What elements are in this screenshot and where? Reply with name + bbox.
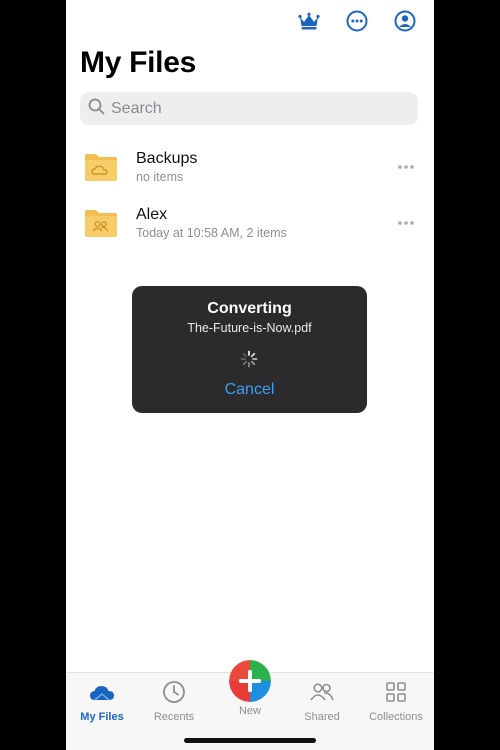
new-button[interactable]: [229, 660, 271, 702]
file-text: Backups no items: [136, 149, 396, 186]
file-text: Alex Today at 10:58 AM, 2 items: [136, 205, 396, 242]
tab-collections[interactable]: Collections: [360, 679, 432, 723]
app-screen: My Files Backups no items: [66, 0, 434, 750]
search-bar[interactable]: [80, 92, 418, 125]
clock-icon: [161, 679, 187, 705]
list-item[interactable]: Alex Today at 10:58 AM, 2 items: [84, 198, 416, 248]
loading-spinner-icon: [240, 350, 258, 368]
cancel-button[interactable]: Cancel: [132, 381, 367, 399]
account-icon[interactable]: [394, 10, 416, 32]
cloud-icon: [89, 679, 115, 705]
file-meta: Today at 10:58 AM, 2 items: [136, 225, 287, 240]
file-name: Alex: [136, 205, 168, 223]
tab-label: Recents: [153, 711, 195, 723]
more-circle-icon[interactable]: [346, 10, 368, 32]
shared-folder-icon: [84, 206, 118, 240]
home-indicator[interactable]: [184, 738, 316, 743]
top-toolbar: [298, 10, 416, 32]
crown-icon[interactable]: [298, 10, 320, 32]
people-icon: [309, 679, 335, 705]
converting-dialog: Converting The-Future-is-Now.pdf Cancel: [132, 286, 367, 413]
more-options-icon[interactable]: [396, 213, 416, 233]
tab-recents[interactable]: Recents: [138, 679, 210, 723]
search-input[interactable]: [111, 99, 391, 118]
file-meta: no items: [136, 169, 184, 184]
tab-label: Shared: [304, 711, 340, 723]
file-name: Backups: [136, 149, 198, 167]
plus-icon: [229, 660, 271, 702]
tab-new-label: New: [238, 705, 261, 717]
search-icon: [88, 98, 105, 120]
tab-label: Collections: [369, 711, 423, 723]
dialog-title: Converting: [207, 300, 292, 317]
cloud-folder-icon: [84, 150, 118, 184]
more-options-icon[interactable]: [396, 157, 416, 177]
list-item[interactable]: Backups no items: [84, 142, 416, 192]
page-title: My Files: [80, 46, 196, 79]
dialog-filename: The-Future-is-Now.pdf: [187, 321, 312, 335]
grid-icon: [383, 679, 409, 705]
tab-label: My Files: [80, 711, 124, 723]
tab-shared[interactable]: Shared: [286, 679, 358, 723]
tab-my-files[interactable]: My Files: [66, 679, 138, 723]
